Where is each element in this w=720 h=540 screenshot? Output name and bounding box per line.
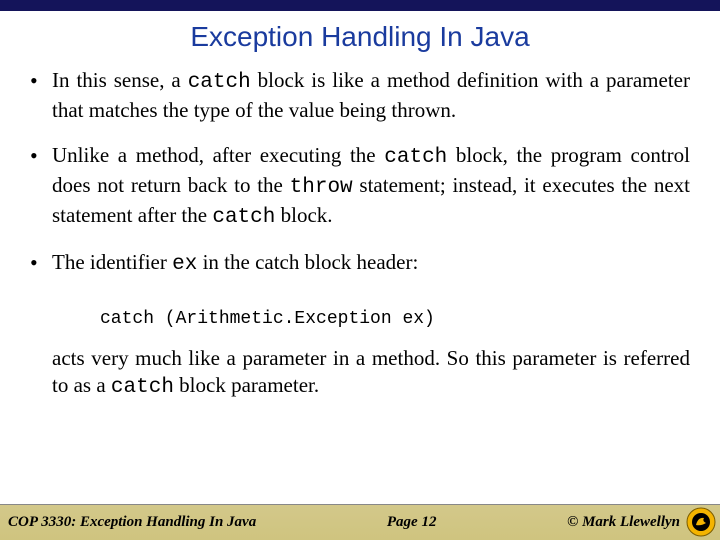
slide-title: Exception Handling In Java — [0, 21, 720, 53]
code-span: catch — [111, 376, 174, 399]
bullet-list: In this sense, a catch block is like a m… — [22, 67, 690, 297]
top-border-bar — [0, 0, 720, 11]
code-example: catch (Arithmetic.Exception ex) — [100, 309, 690, 329]
footer-page: Page 12 — [256, 514, 567, 531]
bullet-item: The identifier ex in the catch block hea… — [22, 249, 690, 297]
code-span: catch — [384, 146, 447, 169]
code-span: catch — [212, 206, 275, 229]
slide-content: In this sense, a catch block is like a m… — [0, 67, 720, 402]
footer-bar: COP 3330: Exception Handling In Java Pag… — [0, 504, 720, 540]
code-span: throw — [290, 176, 353, 199]
bullet-item: In this sense, a catch block is like a m… — [22, 67, 690, 142]
slide: Exception Handling In Java In this sense… — [0, 0, 720, 540]
footer-course: COP 3330: Exception Handling In Java — [0, 514, 256, 531]
code-span: ex — [172, 253, 197, 276]
after-code-text: acts very much like a parameter in a met… — [22, 345, 690, 402]
bullet-item: Unlike a method, after executing the cat… — [22, 142, 690, 250]
code-span: catch — [188, 71, 251, 94]
ucf-pegasus-logo-icon — [686, 507, 716, 537]
